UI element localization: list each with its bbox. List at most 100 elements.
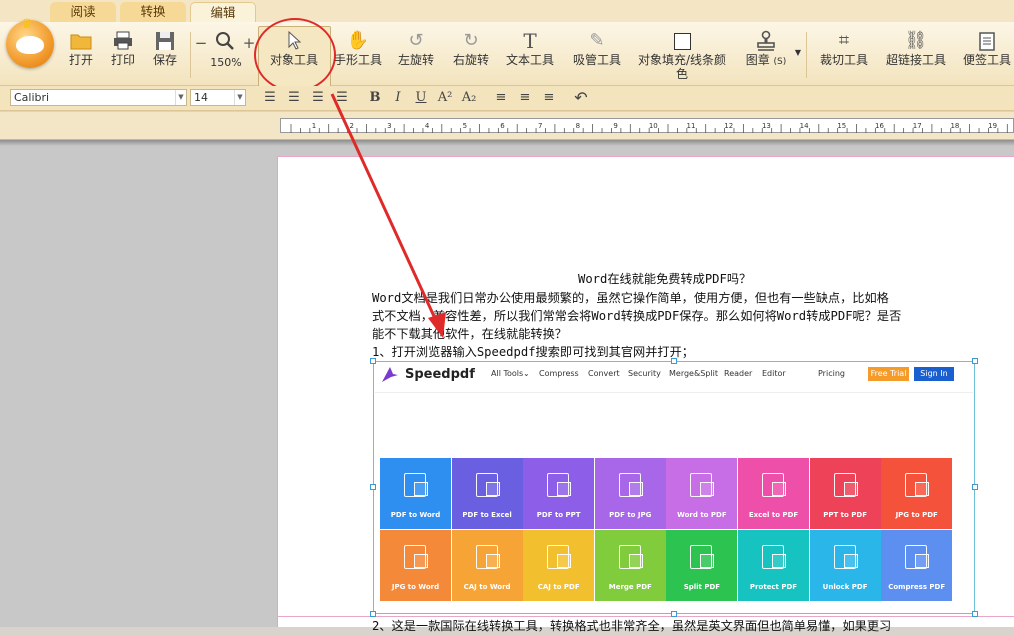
annotation-circle [254,18,336,92]
document-icon [905,544,930,569]
tab-read[interactable]: 阅读 [50,2,116,22]
document-icon [833,473,858,497]
document-icon [905,473,930,497]
line-spacing-2-button[interactable]: ≡ [516,89,534,107]
justify-button[interactable]: ☰ [333,89,351,107]
speedpdf-logo-icon [382,367,398,382]
toolbar-divider [190,32,191,78]
chevron-down-icon: ▼ [234,90,245,105]
speedpdf-nav-item: Convert [588,369,620,378]
font-family-value: Calibri [14,91,50,104]
doc-paragraph-line[interactable]: 式不文档，兼容性差，所以我们常常会将Word转换成PDF保存。那么如何将Word… [372,307,901,325]
ruler-label: 15 [837,122,846,130]
fill-color-tool-button[interactable]: 对象填充/线条颜 色 [634,26,730,86]
align-center-button[interactable]: ☰ [285,89,303,107]
speedpdf-nav-item: Security [628,369,661,378]
subscript-button[interactable]: A₂ [460,89,478,107]
resize-handle[interactable] [972,611,978,617]
speedpdf-tool-tile: Split PDF [666,529,738,601]
speedpdf-tool-label: CAJ to Word [463,582,511,591]
rotate-left-button[interactable]: ↺ 左旋转 [392,26,440,86]
speedpdf-nav-item: All Tools [491,369,524,378]
tab-edit[interactable]: 编辑 [190,2,256,22]
stamp-button[interactable]: 图章 (S) [742,26,790,86]
document-icon [690,473,715,497]
hand-tool-button[interactable]: ✋ 手形工具 [332,26,384,86]
speedpdf-tool-label: PDF to JPG [609,511,652,519]
hyperlink-tool-button[interactable]: ⛓ 超链接工具 [882,26,950,86]
tab-convert[interactable]: 转换 [120,2,186,22]
align-right-button[interactable]: ☰ [309,89,327,107]
ruler-label: 19 [988,122,997,130]
undo-button[interactable]: ↶ [572,89,590,107]
eyedropper-tool-label: 吸管工具 [572,53,621,67]
line-spacing-3-button[interactable]: ≡ [540,89,558,107]
rotate-right-button[interactable]: ↻ 右旋转 [447,26,495,86]
resize-handle[interactable] [370,358,376,364]
fill-tool-label-line1: 对象填充/线条颜 [637,53,727,67]
ruler-label: 3 [387,122,391,130]
text-tool-button[interactable]: T 文本工具 [503,26,557,86]
line-spacing-icon: ≡ [519,90,531,105]
line-spacing-1-button[interactable]: ≡ [492,89,510,107]
resize-handle[interactable] [671,611,677,617]
ruler-label: 9 [613,122,617,130]
align-left-button[interactable]: ☰ [261,89,279,107]
font-size-select[interactable]: 14 ▼ [190,89,246,106]
bold-button[interactable]: B [366,89,384,107]
rotate-right-icon: ↻ [463,30,479,51]
resize-handle[interactable] [972,358,978,364]
text-tool-label: 文本工具 [505,53,554,67]
font-size-value: 14 [194,91,208,104]
align-right-icon: ☰ [312,90,324,105]
superscript-button[interactable]: A² [436,89,454,107]
speedpdf-tool-label: CAJ to PDF [537,582,580,591]
document-icon [762,544,786,569]
resize-handle[interactable] [370,484,376,490]
speedpdf-tool-tile: CAJ to PDF [523,529,595,601]
speedpdf-sign-in: Sign In [914,367,954,381]
app-logo[interactable]: ♛ [6,17,54,68]
floppy-disk-icon [156,32,174,50]
speedpdf-tool-label: Excel to PDF [748,511,799,519]
document-icon [618,473,643,497]
crop-tool-button[interactable]: ⌗ 裁切工具 [816,26,872,86]
doc-step-2[interactable]: 2、这是一款国际在线转换工具，转换格式也非常齐全，虽然是英文界面但也简单易懂，如… [372,617,891,635]
link-icon: ⛓ [904,30,928,51]
print-button[interactable]: 打印 [104,26,142,86]
doc-title[interactable]: Word在线就能免费转成PDF吗？ [578,270,751,288]
speedpdf-tool-label: Compress PDF [888,582,946,591]
sticky-note-tool-button[interactable]: 便签工具 [960,26,1014,86]
speedpdf-nav-item: Compress [539,369,579,378]
open-button[interactable]: 打开 [62,26,100,86]
doc-paragraph-line[interactable]: 能不下载其他软件，在线就能转换？ [372,325,567,343]
speedpdf-tool-label: PDF to Excel [462,511,512,519]
underline-button[interactable]: U [412,89,430,107]
italic-button[interactable]: I [389,89,407,107]
resize-handle[interactable] [972,484,978,490]
superscript-icon: A² [437,90,453,105]
resize-handle[interactable] [671,358,677,364]
resize-handle[interactable] [370,611,376,617]
text-t-icon: T [523,29,537,53]
justify-icon: ☰ [336,90,348,105]
speedpdf-nav-item: Merge&Split [669,369,718,378]
speedpdf-tool-tile: Unlock PDF [809,529,881,601]
speedpdf-tool-label: Protect PDF [749,582,798,591]
speedpdf-brand: Speedpdf [405,367,475,382]
underline-icon: U [415,90,427,105]
doc-paragraph-line[interactable]: Word文档是我们日常办公使用最频繁的，虽然它操作简单，使用方便，但也有一些缺点… [372,289,889,307]
doc-step-1[interactable]: 1、打开浏览器输入Speedpdf搜索即可找到其官网并打开； [372,343,694,361]
eyedropper-tool-button[interactable]: ✎ 吸管工具 [570,26,624,86]
save-button[interactable]: 保存 [146,26,184,86]
font-family-select[interactable]: Calibri ▼ [10,89,187,106]
ruler-label: 17 [913,122,922,130]
speedpdf-tool-label: PPT to PDF [823,511,867,519]
speedpdf-pricing: Pricing [818,369,845,378]
toolbar-divider [806,32,807,78]
chevron-down-icon: ⌄ [523,369,530,378]
ruler-label: 13 [762,122,771,130]
crop-icon: ⌗ [838,30,850,51]
zoom-level[interactable]: 150% [204,56,248,72]
speedpdf-tool-label: Merge PDF [608,582,652,591]
